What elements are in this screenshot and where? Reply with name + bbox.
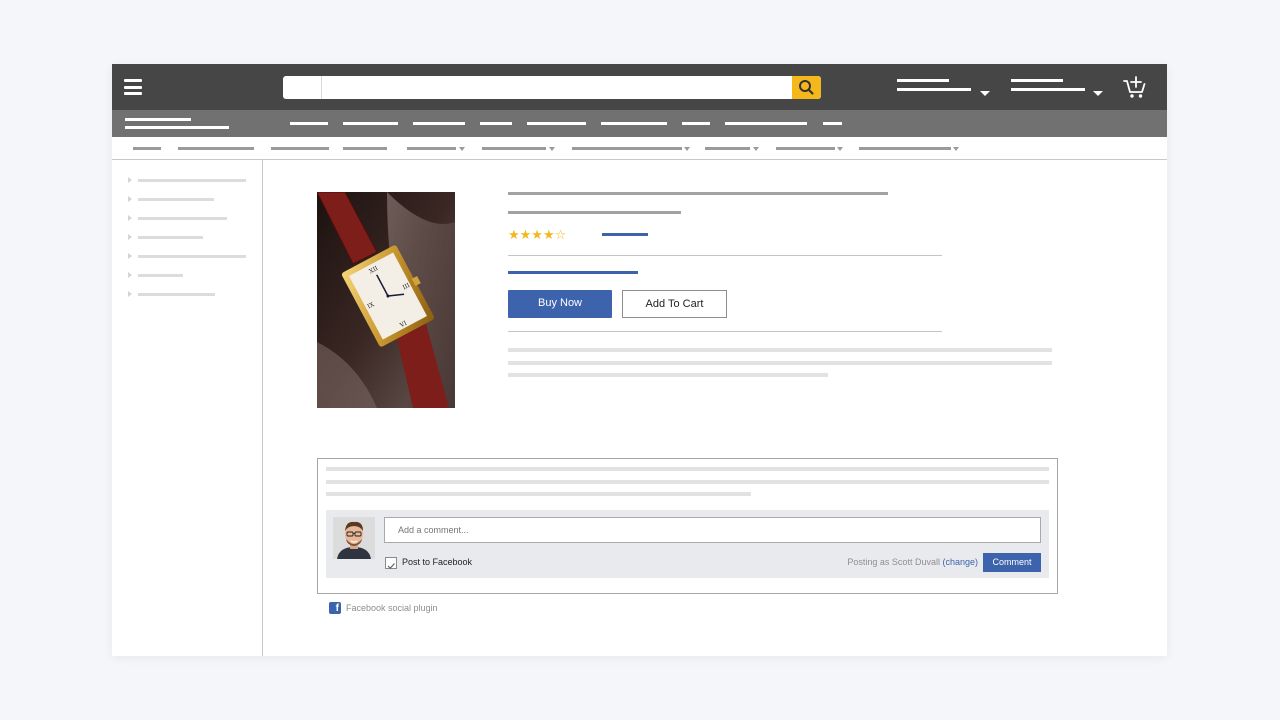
subnav-item-7[interactable] — [572, 147, 682, 150]
account-line-2 — [897, 88, 971, 91]
divider — [508, 331, 942, 332]
filter-sidebar — [112, 160, 263, 656]
post-to-facebook-label: Post to Facebook — [402, 557, 473, 567]
ratings-count-link[interactable] — [602, 233, 648, 236]
sub-nav-bar — [112, 137, 1167, 160]
hamburger-icon[interactable] — [124, 79, 142, 95]
description-line — [508, 361, 1052, 365]
nav-link-8[interactable] — [725, 122, 807, 125]
description-line — [508, 348, 1052, 352]
comments-widget: Post to Facebook Posting as Scott Duvall… — [317, 458, 1058, 594]
orders-menu[interactable] — [1011, 79, 1116, 96]
chevron-right-icon — [128, 253, 132, 259]
browser-window: XII VI IX III ★★★★☆ Buy Now Add To Cart — [112, 64, 1167, 656]
subnav-item-6[interactable] — [482, 147, 546, 150]
account-menu[interactable] — [897, 79, 1002, 96]
product-subtitle — [508, 211, 681, 214]
add-to-cart-icon — [1123, 76, 1146, 98]
nav-link-7[interactable] — [682, 122, 710, 125]
subnav-item-3[interactable] — [271, 147, 329, 150]
subnav-item-1[interactable] — [133, 147, 161, 150]
account-line-1 — [897, 79, 949, 82]
comment-text-line — [326, 492, 751, 496]
subnav-item-8[interactable] — [705, 147, 750, 150]
comment-text-line — [326, 480, 1049, 484]
sidebar-item-label — [138, 273, 183, 277]
chevron-down-icon — [684, 147, 690, 151]
subnav-item-10[interactable] — [859, 147, 951, 150]
chevron-right-icon — [128, 272, 132, 278]
posting-as-label: Posting as Scott Duvall — [847, 557, 940, 567]
post-to-facebook-checkbox[interactable] — [385, 557, 397, 570]
chevron-down-icon — [753, 147, 759, 151]
chevron-down-icon — [459, 147, 465, 151]
chevron-down-icon — [953, 147, 959, 151]
nav-brand-line-1 — [125, 118, 191, 121]
comment-button[interactable]: Comment — [983, 553, 1041, 572]
orders-line-2 — [1011, 88, 1085, 91]
avatar — [333, 517, 375, 559]
nav-link-1[interactable] — [290, 122, 328, 125]
sidebar-item-label — [138, 197, 214, 201]
product-image[interactable]: XII VI IX III — [317, 192, 455, 408]
chevron-down-icon — [837, 147, 843, 151]
nav-link-9[interactable] — [823, 122, 842, 125]
product-price — [508, 271, 638, 274]
sidebar-item-label — [138, 235, 203, 239]
subnav-item-9[interactable] — [776, 147, 835, 150]
checkmark-icon — [387, 563, 395, 570]
search-icon — [799, 80, 814, 95]
nav-link-4[interactable] — [480, 122, 512, 125]
add-to-cart-button[interactable]: Add To Cart — [622, 290, 727, 318]
sidebar-item-label — [138, 292, 215, 296]
top-header-bar — [112, 64, 1167, 110]
subnav-item-4[interactable] — [343, 147, 387, 150]
search-button[interactable] — [792, 76, 821, 99]
chevron-down-icon — [549, 147, 555, 151]
sidebar-item-label — [138, 216, 227, 220]
chevron-right-icon — [128, 234, 132, 240]
comment-compose-panel: Post to Facebook Posting as Scott Duvall… — [326, 510, 1049, 578]
subnav-item-5[interactable] — [407, 147, 456, 150]
product-title — [508, 192, 888, 195]
rating-stars: ★★★★☆ — [508, 228, 567, 243]
sidebar-item-label — [138, 178, 246, 182]
posting-as-text: Posting as Scott Duvall (change) — [847, 557, 978, 568]
facebook-icon: f — [329, 602, 341, 614]
search-category-dropdown[interactable] — [283, 76, 322, 99]
divider — [508, 255, 942, 256]
chevron-down-icon — [1093, 91, 1103, 96]
category-nav-bar — [112, 110, 1167, 137]
nav-link-2[interactable] — [343, 122, 398, 125]
chevron-down-icon — [980, 91, 990, 96]
description-line — [508, 373, 828, 377]
search-input[interactable] — [323, 76, 795, 99]
facebook-plugin-label[interactable]: Facebook social plugin — [346, 603, 438, 613]
subnav-item-2[interactable] — [178, 147, 254, 150]
chevron-right-icon — [128, 177, 132, 183]
comment-input[interactable] — [384, 517, 1041, 543]
comment-text-line — [326, 467, 1049, 471]
chevron-right-icon — [128, 215, 132, 221]
chevron-right-icon — [128, 291, 132, 297]
search-bar — [283, 76, 821, 99]
nav-link-3[interactable] — [413, 122, 465, 125]
change-account-link[interactable]: (change) — [942, 557, 978, 567]
watch-photo: XII VI IX III — [317, 192, 455, 408]
user-avatar-image — [333, 517, 375, 559]
sidebar-item-label — [138, 254, 246, 258]
orders-line-1 — [1011, 79, 1063, 82]
cart-button[interactable] — [1123, 75, 1147, 99]
chevron-right-icon — [128, 196, 132, 202]
nav-link-5[interactable] — [527, 122, 586, 125]
nav-brand-line-2 — [125, 126, 229, 129]
nav-link-6[interactable] — [601, 122, 667, 125]
buy-now-button[interactable]: Buy Now — [508, 290, 612, 318]
